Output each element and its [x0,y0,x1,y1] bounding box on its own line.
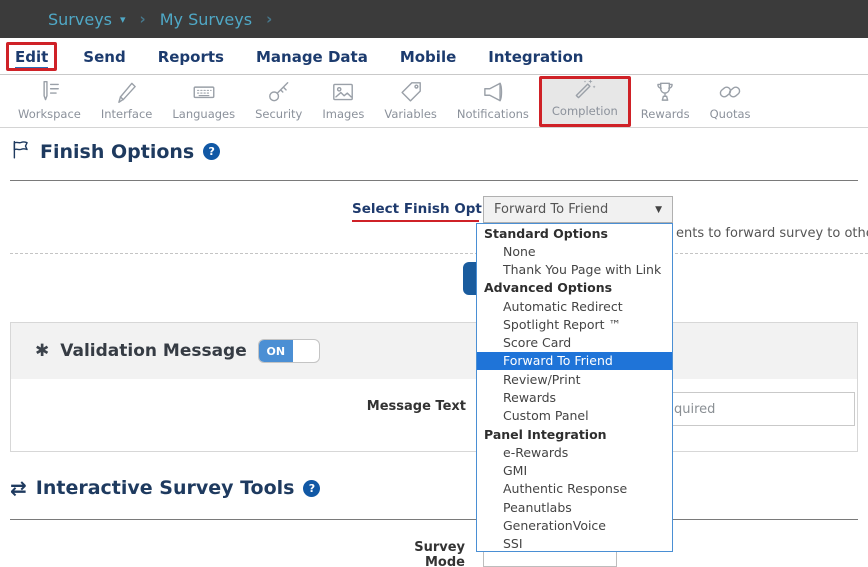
flag-icon [10,139,31,164]
dropdown-option-spotlight-report[interactable]: Spotlight Report ™ [477,315,672,333]
breadcrumb: Surveys ▾ › My Surveys › [48,10,272,29]
toolbar-item-languages[interactable]: Languages [162,76,245,127]
menu-item-reports[interactable]: Reports [142,43,240,70]
asterisk-icon: ✱ [35,343,49,360]
toggle-on-label: ON [259,340,293,362]
languages-icon [191,79,217,105]
validation-message-toggle[interactable]: ON [258,339,320,363]
dropdown-option-none[interactable]: None [477,242,672,260]
menu-item-label: Reports [158,48,224,66]
finish-option-dropdown-list: Standard OptionsNoneThank You Page with … [476,223,673,552]
caret-down-icon: ▾ [120,14,126,25]
finish-option-selected-value: Forward To Friend [494,202,655,217]
toolbar-item-label: Security [255,107,302,121]
breadcrumb-label: Surveys [48,10,112,29]
validation-message-panel: ✱ Validation Message ON Message Text [10,322,858,452]
toolbar-item-label: Rewards [641,107,690,121]
toolbar-item-notifications[interactable]: Notifications [447,76,539,127]
menu-item-edit[interactable]: Edit [6,42,57,71]
forward-helper-text: ents to forward survey to others. [676,226,868,241]
breadcrumb-item-surveys[interactable]: Surveys ▾ [48,10,126,29]
completion-icon [572,76,598,102]
help-icon[interactable] [203,143,220,160]
dropdown-option-gmi[interactable]: GMI [477,461,672,479]
finish-options-heading: Finish Options [10,139,220,164]
toolbar-item-completion[interactable]: Completion [539,76,631,127]
section-title: Interactive Survey Tools [36,477,295,499]
dashed-divider [10,253,868,254]
interface-icon [114,79,140,105]
toolbar-item-security[interactable]: Security [245,76,312,127]
survey-mode-label: Survey Mode [370,540,465,567]
menu-item-label: Edit [15,48,48,68]
chevron-down-icon: ▼ [655,205,662,215]
dropdown-group-panel-integration: Panel Integration [477,425,672,443]
validation-message-header: ✱ Validation Message ON [11,323,857,379]
dropdown-option-score-card[interactable]: Score Card [477,334,672,352]
menu-item-send[interactable]: Send [67,43,141,70]
toolbar-item-interface[interactable]: Interface [91,76,163,127]
dropdown-option-ssi[interactable]: SSI [477,535,672,552]
breadcrumb-item-my-surveys[interactable]: My Surveys [160,10,252,29]
dropdown-option-custom-panel[interactable]: Custom Panel [477,407,672,425]
help-icon[interactable] [303,480,320,497]
app-window: Surveys ▾ › My Surveys › Edit Send Reports Mana… [0,0,868,567]
chevron-right-icon: › [266,12,272,27]
toolbar-item-label: Notifications [457,107,529,121]
toolbar-item-workspace[interactable]: Workspace [8,76,91,127]
annotation-underline [352,220,479,222]
dropdown-option-automatic-redirect[interactable]: Automatic Redirect [477,297,672,315]
toolbar-item-quotas[interactable]: Quotas [700,76,761,127]
dropdown-option-review-print[interactable]: Review/Print [477,370,672,388]
message-text-label: Message Text [341,399,466,414]
toolbar-item-label: Completion [552,104,618,118]
dropdown-option-forward-to-friend[interactable]: Forward To Friend [477,352,672,370]
top-navigation-bar: Surveys ▾ › My Surveys › [0,0,868,38]
variables-icon [398,79,424,105]
menu-bar: Edit Send Reports Manage Data Mobile Integrat… [0,38,868,75]
forward-helper-text-fragment: ents to forward survey to others. [676,226,868,241]
dropdown-option-peanutlabs[interactable]: Peanutlabs [477,498,672,516]
dropdown-group-advanced-options: Advanced Options [477,279,672,297]
dropdown-option-e-rewards[interactable]: e-Rewards [477,443,672,461]
dropdown-option-rewards[interactable]: Rewards [477,388,672,406]
toolbar-item-label: Quotas [710,107,751,121]
dropdown-option-generationvoice[interactable]: GenerationVoice [477,516,672,534]
dropdown-option-thank-you-page-with-link[interactable]: Thank You Page with Link [477,261,672,279]
menu-item-manage-data[interactable]: Manage Data [240,43,384,70]
menu-item-label: Manage Data [256,48,368,66]
finish-option-select[interactable]: Forward To Friend ▼ [483,196,673,223]
images-icon [330,79,356,105]
breadcrumb-label: My Surveys [160,10,252,29]
quotas-icon [717,79,743,105]
divider [10,180,858,181]
security-icon [266,79,292,105]
chevron-right-icon: › [140,12,146,27]
validation-message-title: Validation Message [60,341,247,361]
toolbar-item-label: Workspace [18,107,81,121]
toolbar-item-rewards[interactable]: Rewards [631,76,700,127]
toolbar-item-label: Languages [172,107,235,121]
toolbar-item-label: Images [322,107,364,121]
swap-arrows-icon: ⇄ [10,478,27,498]
divider [10,519,858,520]
icon-toolbar: Workspace Interface Languages Security Image… [0,76,868,128]
toolbar-item-label: Variables [384,107,437,121]
toolbar-item-variables[interactable]: Variables [374,76,447,127]
interactive-tools-heading: ⇄ Interactive Survey Tools [10,477,320,499]
menu-item-integration[interactable]: Integration [472,43,599,70]
toolbar-item-images[interactable]: Images [312,76,374,127]
notifications-icon [480,79,506,105]
page-title: Finish Options [40,141,194,163]
toolbar-item-label: Interface [101,107,153,121]
rewards-icon [652,79,678,105]
menu-item-label: Integration [488,48,583,66]
menu-item-label: Send [83,48,125,66]
workspace-icon [36,79,62,105]
menu-item-label: Mobile [400,48,456,66]
menu-item-mobile[interactable]: Mobile [384,43,472,70]
dropdown-option-authentic-response[interactable]: Authentic Response [477,480,672,498]
dropdown-group-standard-options: Standard Options [477,224,672,242]
